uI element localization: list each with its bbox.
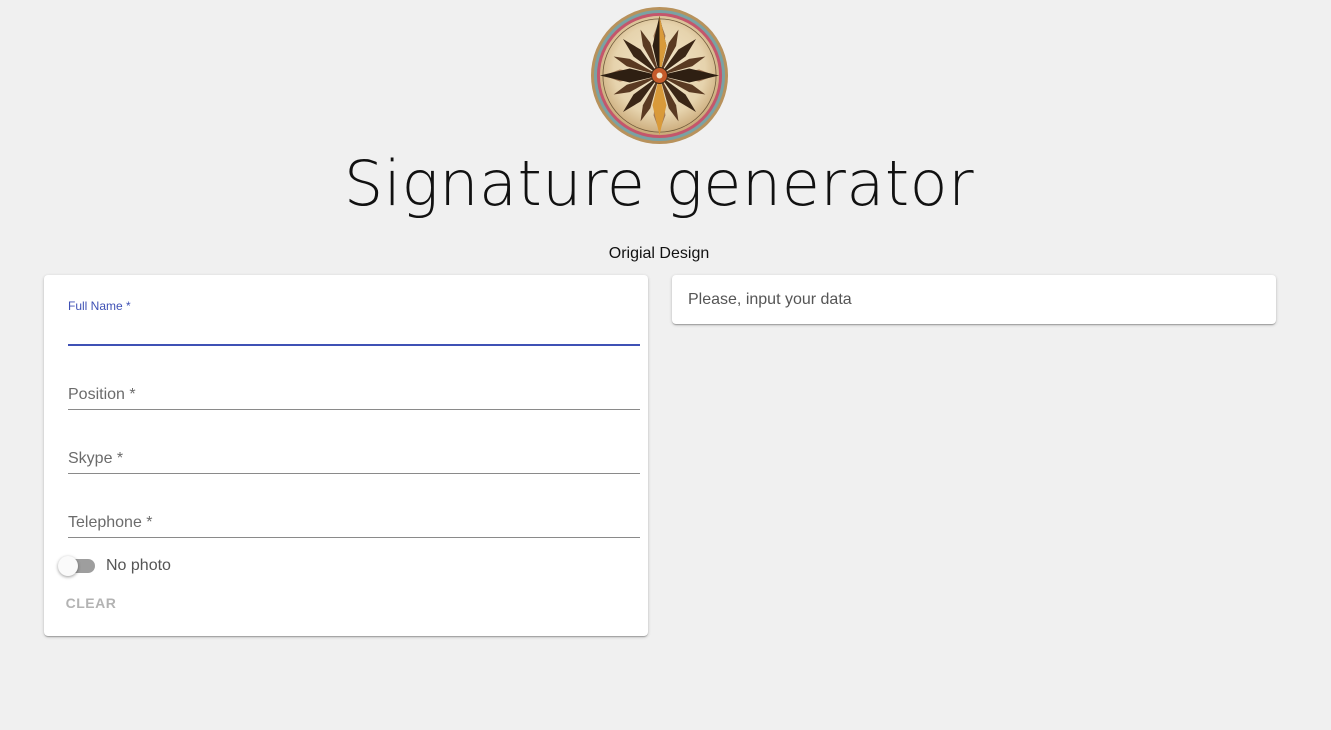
signature-form-card: Full Name * Position * Skype * Telephone…	[44, 275, 648, 636]
position-field[interactable]: Position *	[68, 362, 640, 410]
signature-preview-card: Please, input your data	[672, 275, 1276, 324]
photo-toggle-label: No photo	[106, 557, 171, 574]
preview-placeholder: Please, input your data	[688, 291, 852, 308]
compass-rose-icon	[590, 6, 729, 145]
photo-toggle-switch[interactable]	[58, 556, 98, 576]
full-name-field[interactable]: Full Name *	[68, 297, 640, 346]
full-name-underline	[68, 344, 640, 346]
skype-underline	[68, 473, 640, 474]
telephone-underline	[68, 537, 640, 538]
telephone-input[interactable]	[68, 510, 640, 534]
page-title: Signature generator	[343, 147, 975, 220]
skype-input[interactable]	[68, 446, 640, 470]
position-underline	[68, 409, 640, 410]
full-name-label: Full Name *	[68, 299, 131, 313]
telephone-field[interactable]: Telephone *	[68, 490, 640, 538]
clear-button[interactable]: CLEAR	[61, 590, 121, 616]
skype-field[interactable]: Skype *	[68, 426, 640, 474]
photo-toggle-thumb[interactable]	[58, 556, 78, 576]
full-name-input[interactable]	[68, 318, 640, 342]
page: Signature generator Origial Design Full …	[0, 0, 1331, 730]
position-input[interactable]	[68, 382, 640, 406]
page-subtitle: Origial Design	[608, 245, 710, 262]
